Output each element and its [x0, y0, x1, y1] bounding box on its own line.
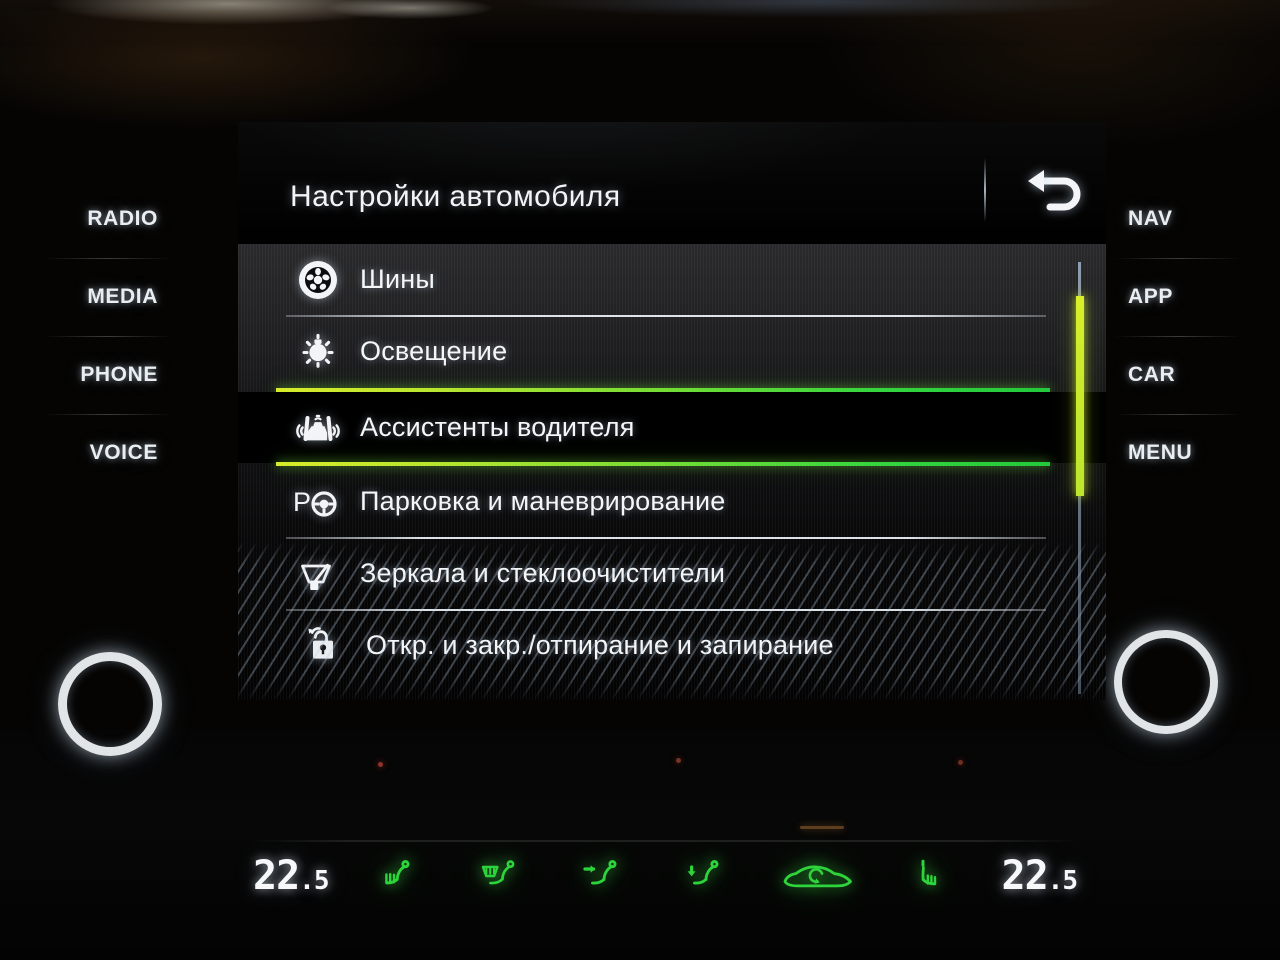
hardkey-media-label: MEDIA [87, 285, 158, 308]
climate-control-bar: 22.5 22.5 [235, 830, 1095, 922]
seat-heat-right-icon[interactable] [900, 847, 962, 905]
list-item-mirrors-wipers[interactable]: Зеркала и стеклоочистители [238, 538, 1106, 609]
volume-knob-ring [58, 652, 162, 756]
hardkey-radio-label: RADIO [87, 207, 158, 230]
temperature-left-int: 22 [253, 853, 300, 899]
hardkey-voice[interactable]: VOICE [0, 414, 190, 492]
airflow-face-left-icon[interactable] [572, 847, 634, 905]
tuner-knob[interactable] [1114, 630, 1218, 734]
console-led-2 [676, 758, 681, 763]
back-arrow-icon [1028, 170, 1081, 211]
hardkey-menu[interactable]: MENU [1090, 414, 1280, 492]
recirculation-car-icon[interactable] [776, 847, 860, 905]
temperature-left-dec: .5 [299, 866, 329, 896]
airflow-feet-right-icon[interactable] [674, 847, 736, 905]
hardkey-menu-label: MENU [1128, 441, 1193, 464]
wiper-icon [288, 551, 348, 597]
unlock-icon [294, 623, 354, 669]
hardkey-car-label: CAR [1128, 363, 1176, 386]
list-item-lighting[interactable]: Освещение [238, 316, 1106, 387]
seat-heat-left-icon[interactable] [368, 847, 430, 905]
hardkey-phone-label: PHONE [80, 363, 158, 386]
tire-icon [288, 257, 348, 303]
parking-icon: P [288, 479, 348, 525]
hardkey-media[interactable]: MEDIA [0, 258, 190, 336]
temperature-right[interactable]: 22.5 [1001, 853, 1078, 899]
back-button[interactable] [1020, 164, 1094, 222]
hardkey-voice-label: VOICE [89, 441, 158, 464]
list-item-tires[interactable]: Шины [238, 244, 1106, 315]
console-led-1 [378, 762, 383, 767]
hardkey-app-label: APP [1128, 285, 1173, 308]
hardkey-radio[interactable]: RADIO [0, 180, 190, 258]
screen-header: Настройки автомобиля [238, 122, 1106, 244]
list-item-driver-assist[interactable]: Ассистенты водителя [238, 392, 1106, 463]
hardkey-nav[interactable]: NAV [1090, 180, 1280, 258]
settings-list: Шины Освещение Ассистенты водителя P Пар… [238, 244, 1106, 700]
seat-defrost-left-icon[interactable] [470, 847, 532, 905]
infotainment-screen: Настройки автомобиля Шины Освещение Асси… [238, 122, 1106, 700]
list-item-driver-assist-label: Ассистенты водителя [360, 412, 635, 442]
list-item-lighting-label: Освещение [360, 336, 508, 366]
hardkey-app[interactable]: APP [1090, 258, 1280, 336]
list-item-tires-label: Шины [360, 264, 435, 294]
list-scrollbar-thumb[interactable] [1076, 296, 1084, 496]
hardkey-phone[interactable]: PHONE [0, 336, 190, 414]
tuner-knob-ring [1114, 630, 1218, 734]
list-item-mirrors-wipers-label: Зеркала и стеклоочистители [360, 558, 726, 588]
svg-text:P: P [293, 487, 311, 517]
temperature-right-int: 22 [1001, 853, 1049, 899]
list-item-open-close-lock[interactable]: Откр. и закр./отпирание и запирание [238, 610, 1106, 681]
temperature-right-dec: .5 [1047, 866, 1078, 896]
hardkey-car[interactable]: CAR [1090, 336, 1280, 414]
list-item-parking[interactable]: P Парковка и маневрирование [238, 466, 1106, 537]
hardkey-nav-label: NAV [1128, 207, 1173, 230]
temperature-left[interactable]: 22.5 [253, 853, 329, 899]
console-led-4 [800, 826, 844, 829]
list-item-open-close-lock-label: Откр. и закр./отпирание и запирание [366, 630, 834, 660]
header-divider [984, 158, 986, 222]
dashboard-left-glow [0, 10, 480, 130]
console-led-3 [958, 760, 963, 765]
left-hardkey-column: RADIO MEDIA PHONE VOICE [0, 180, 190, 492]
list-item-parking-label: Парковка и маневрирование [360, 486, 726, 516]
driver-assist-icon [288, 405, 348, 451]
page-title: Настройки автомобиля [290, 180, 621, 213]
volume-knob[interactable] [58, 652, 162, 756]
right-hardkey-column: NAV APP CAR MENU [1090, 180, 1280, 492]
light-bulb-icon [288, 329, 348, 375]
